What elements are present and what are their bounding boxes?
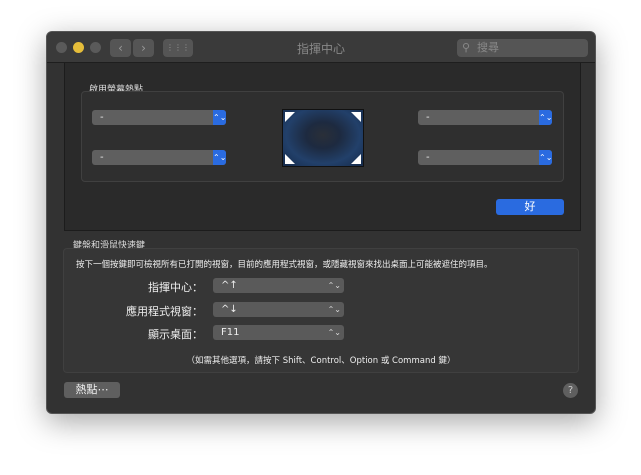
top-left-corner-select[interactable]: - ⌃⌄ <box>92 110 226 125</box>
stepper-arrows-icon: ⌃⌄ <box>539 150 552 165</box>
show-desktop-shortcut-select[interactable]: F11 ⌃⌄ <box>213 325 344 340</box>
bottom-left-corner-select[interactable]: - ⌃⌄ <box>92 150 226 165</box>
bottom-left-value: - <box>100 152 104 163</box>
hot-corners-sheet: 啟用螢幕熱點 - ⌃⌄ - ⌃⌄ - ⌃⌄ - ⌃⌄ 好 <box>64 63 581 231</box>
search-icon: ⚲ <box>462 41 471 54</box>
corner-marker-icon <box>351 154 361 164</box>
modifier-footnote: （如需其他選項，請按下 Shift、Control、Option 或 Comma… <box>186 356 456 366</box>
bottom-right-corner-select[interactable]: - ⌃⌄ <box>418 150 552 165</box>
stepper-arrows-icon: ⌃⌄ <box>539 110 552 125</box>
search-input[interactable]: ⚲ 搜尋 <box>457 39 588 57</box>
mission-control-shortcut-select[interactable]: ^↑ ⌃⌄ <box>213 278 344 293</box>
show-desktop-value: F11 <box>221 327 240 338</box>
mission-control-value: ^↑ <box>221 280 238 291</box>
stepper-arrows-icon: ⌃⌄ <box>327 305 341 314</box>
search-placeholder: 搜尋 <box>477 41 499 54</box>
help-button[interactable]: ? <box>563 383 578 398</box>
stepper-arrows-icon: ⌃⌄ <box>327 281 341 290</box>
app-windows-label: 應用程式視窗： <box>126 305 203 318</box>
title-bar: ‹ › ⋮⋮⋮ 指揮中心 ⚲ 搜尋 <box>47 32 595 63</box>
stepper-arrows-icon: ⌃⌄ <box>213 110 226 125</box>
show-desktop-label: 顯示桌面： <box>148 328 203 341</box>
corner-marker-icon <box>285 154 295 164</box>
app-windows-value: ^↓ <box>221 304 238 315</box>
top-right-value: - <box>426 112 430 123</box>
app-windows-shortcut-select[interactable]: ^↓ ⌃⌄ <box>213 302 344 317</box>
corner-marker-icon <box>351 112 361 122</box>
desktop-preview-image <box>282 109 364 167</box>
top-left-value: - <box>100 112 104 123</box>
ok-button[interactable]: 好 <box>496 199 564 215</box>
shortcuts-description: 按下一個按鍵即可檢視所有已打開的視窗，目前的應用程式視窗，或隱藏視窗來找出桌面上… <box>76 260 493 270</box>
stepper-arrows-icon: ⌃⌄ <box>327 328 341 337</box>
top-right-corner-select[interactable]: - ⌃⌄ <box>418 110 552 125</box>
mission-control-label: 指揮中心： <box>148 281 203 294</box>
bottom-right-value: - <box>426 152 430 163</box>
corner-marker-icon <box>285 112 295 122</box>
mission-control-window: ‹ › ⋮⋮⋮ 指揮中心 ⚲ 搜尋 啟用螢幕熱點 - ⌃⌄ - ⌃⌄ - ⌃⌄ - ⌃⌄… <box>46 31 596 414</box>
stepper-arrows-icon: ⌃⌄ <box>213 150 226 165</box>
hot-corners-button[interactable]: 熱點⋯ <box>64 382 120 398</box>
